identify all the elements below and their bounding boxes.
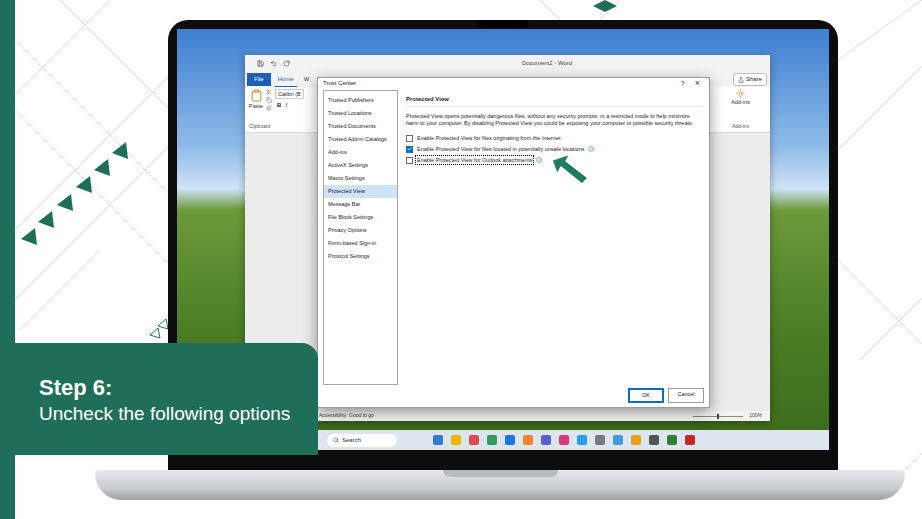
taskbar-app-icon[interactable] — [541, 435, 551, 445]
share-button[interactable]: Share — [733, 73, 767, 86]
option-row: Enable Protected View for files originat… — [406, 133, 702, 144]
panel-heading: Protected View — [406, 95, 702, 107]
group-label: Add-ins — [732, 123, 749, 131]
taskbar-app-icon[interactable] — [649, 435, 659, 445]
bold-button[interactable]: B — [277, 101, 281, 110]
dialog-buttons: OK Cancel — [323, 385, 704, 403]
sidebar-item[interactable]: Trusted Publishers — [324, 94, 397, 107]
sidebar-item[interactable]: Privacy Options — [324, 224, 397, 237]
addins-button[interactable]: Add-ins — [731, 89, 750, 106]
taskbar-app-icon[interactable] — [433, 435, 443, 445]
taskbar-app-icon[interactable] — [487, 435, 497, 445]
addins-group: Add-ins Add-ins — [731, 89, 766, 130]
step-caption: Uncheck the following options — [39, 402, 294, 425]
paste-button[interactable]: Paste — [249, 89, 263, 111]
file-button[interactable]: File — [247, 73, 271, 86]
document-title: Document2 - Word — [482, 59, 572, 68]
check-icon — [407, 146, 412, 152]
taskbar-app-icon[interactable] — [559, 435, 569, 445]
dialog-button[interactable]: Cancel — [668, 388, 704, 403]
sidebar-item[interactable]: Add-ins — [324, 146, 397, 159]
option-row: Enable Protected View for files located … — [406, 144, 702, 155]
taskbar-app-icon[interactable] — [505, 435, 515, 445]
dialog-titlebar: Trust Center?× — [318, 78, 709, 90]
sidebar-item[interactable]: Protocol Settings — [324, 250, 397, 263]
taskbar-app-icon[interactable] — [451, 435, 461, 445]
taskbar-app-icon[interactable] — [685, 435, 695, 445]
sidebar-item[interactable]: Form-based Sign-in — [324, 237, 397, 250]
info-icon[interactable] — [588, 146, 594, 152]
pointer-arrow-icon — [550, 152, 590, 186]
option-label[interactable]: Enable Protected View for Outlook attach… — [416, 156, 533, 164]
sidebar-item[interactable]: Macro Settings — [324, 172, 397, 185]
panel-description: Protected View opens potentially dangero… — [406, 113, 702, 127]
ribbon-tab[interactable]: W — [301, 73, 313, 86]
zoom-slider[interactable] — [693, 416, 743, 417]
accent-strip — [0, 0, 15, 519]
tutorial-slide: Document2 - Word File Home W Share Paste Calib… — [0, 0, 922, 519]
italic-button[interactable]: I — [285, 101, 287, 110]
redo-icon[interactable] — [283, 60, 290, 67]
option-label[interactable]: Enable Protected View for files located … — [416, 145, 585, 153]
format-painter-icon[interactable] — [266, 105, 272, 111]
clipboard-group: Paste Calibri (B BI Clipboard — [249, 89, 304, 130]
sidebar-item[interactable]: Protected View — [324, 185, 397, 198]
step-number: Step 6: — [39, 374, 294, 402]
sidebar-item[interactable]: File Block Settings — [324, 211, 397, 224]
taskbar-app-icon[interactable] — [523, 435, 533, 445]
trust-center-dialog: Trust Center?×Trusted PublishersTrusted … — [317, 77, 710, 408]
camera-notch — [478, 20, 528, 29]
font-box[interactable]: Calibri (B — [275, 89, 304, 99]
checkbox[interactable] — [406, 157, 413, 164]
step-banner: Step 6:Uncheck the following options — [15, 343, 318, 455]
ribbon-tab[interactable]: Home — [275, 73, 297, 87]
close-button[interactable]: × — [691, 79, 704, 88]
search-icon — [333, 437, 339, 443]
sidebar-item[interactable]: Message Bar — [324, 198, 397, 211]
taskbar-app-icon[interactable] — [667, 435, 677, 445]
save-icon[interactable] — [257, 60, 264, 67]
checkbox[interactable] — [406, 135, 413, 142]
status-bar: Accessibility: Good to go100% — [245, 411, 770, 421]
addins-icon — [736, 89, 745, 98]
sidebar-item[interactable]: Trusted Documents — [324, 120, 397, 133]
checkbox[interactable] — [406, 146, 413, 153]
taskbar-app-icon[interactable] — [577, 435, 587, 445]
taskbar-app-icon[interactable] — [613, 435, 623, 445]
dialog-button[interactable]: OK — [628, 388, 664, 403]
info-icon[interactable] — [536, 157, 542, 163]
protected-view-panel: Protected View Protected View opens poten… — [406, 90, 704, 385]
search-box[interactable]: Search — [327, 434, 397, 447]
group-label: Clipboard — [249, 123, 304, 131]
taskbar-app-icon[interactable] — [595, 435, 605, 445]
base-notch — [443, 470, 558, 477]
laptop-base — [95, 470, 905, 500]
undo-icon[interactable] — [270, 60, 277, 67]
sidebar-item[interactable]: ActiveX Settings — [324, 159, 397, 172]
trust-center-sidebar: Trusted PublishersTrusted LocationsTrust… — [323, 90, 398, 385]
copy-icon[interactable] — [266, 97, 272, 103]
paste-icon — [250, 89, 263, 102]
option-label[interactable]: Enable Protected View for files originat… — [416, 134, 562, 142]
taskbar-app-icon[interactable] — [631, 435, 641, 445]
word-titlebar: Document2 - Word — [245, 55, 770, 72]
sidebar-item[interactable]: Trusted Add-in Catalogs — [324, 133, 397, 146]
cut-icon[interactable] — [266, 89, 272, 95]
taskbar-app-icon[interactable] — [469, 435, 479, 445]
help-button[interactable]: ? — [675, 79, 691, 90]
share-icon — [738, 77, 744, 83]
sidebar-item[interactable]: Trusted Locations — [324, 107, 397, 120]
